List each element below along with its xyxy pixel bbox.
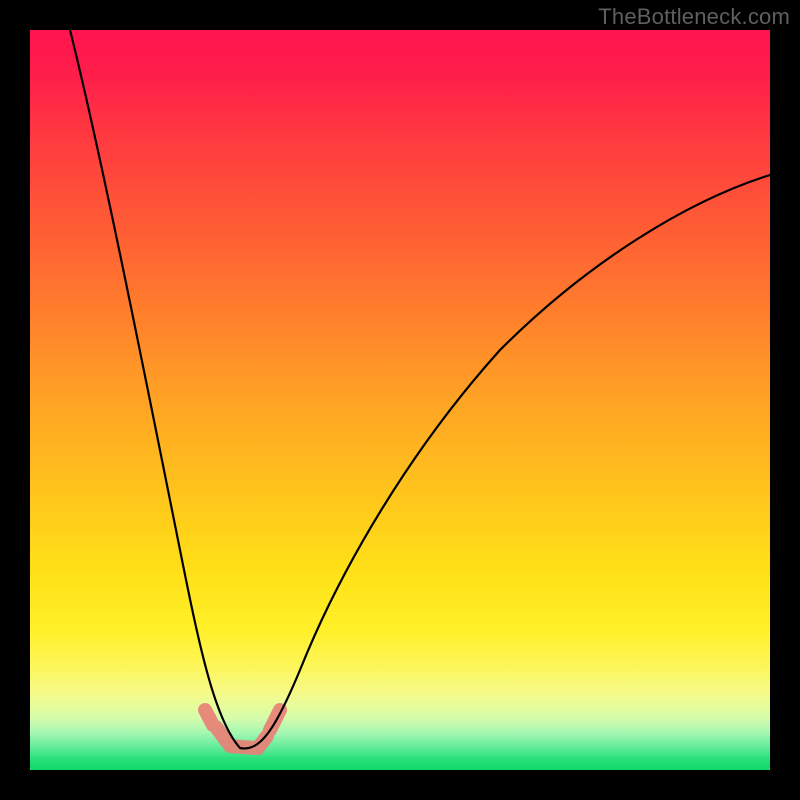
bottleneck-curve bbox=[70, 30, 770, 748]
chart-frame: TheBottleneck.com bbox=[0, 0, 800, 800]
plot-area bbox=[30, 30, 770, 770]
valley-marker bbox=[205, 710, 280, 748]
bottleneck-curve-svg bbox=[30, 30, 770, 770]
watermark-text: TheBottleneck.com bbox=[598, 4, 790, 30]
